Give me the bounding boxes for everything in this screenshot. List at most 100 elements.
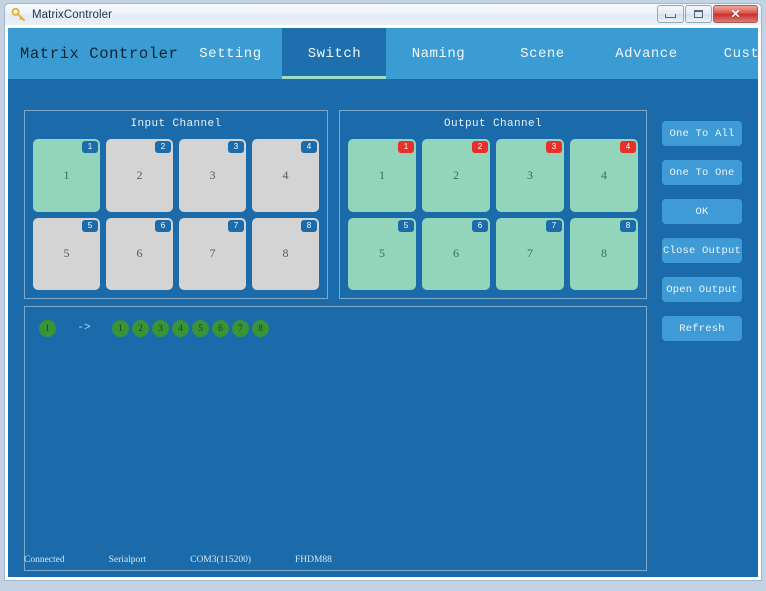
mapping-target-dot: 2 [132,319,149,337]
tab-setting[interactable]: Setting [178,28,282,79]
output-channel-8[interactable]: 88 [570,217,638,290]
tab-scene[interactable]: Scene [490,28,594,79]
mapping-target-dot: 7 [232,319,249,337]
output-channel-badge: 3 [546,141,562,153]
tab-naming[interactable]: Naming [386,28,490,79]
tab-advance[interactable]: Advance [594,28,698,79]
output-channel-label: 1 [379,167,385,182]
output-channel-7[interactable]: 77 [496,217,564,290]
input-channel-7[interactable]: 77 [179,217,246,290]
app-body: Matrix Controler Setting Switch Naming S… [8,28,758,577]
ok-button[interactable]: OK [662,199,742,224]
mapping-arrow-icon: -> [77,322,91,334]
output-channel-title: Output Channel [443,118,542,130]
input-channel-label: 2 [136,167,143,182]
minimize-button[interactable] [657,5,684,23]
output-channel-label: 6 [453,246,459,261]
input-channel-3[interactable]: 33 [179,139,246,212]
mapping-target-dot: 5 [192,319,209,337]
input-channel-1[interactable]: 11 [33,139,100,212]
window-titlebar[interactable]: MatrixControler ✕ [4,3,762,25]
tab-switch[interactable]: Switch [282,28,387,79]
mapping-target-dot: 1 [112,319,129,337]
status-port: COM3(115200) [190,555,251,565]
close-icon: ✕ [730,7,741,21]
tab-switch-label: Switch [307,45,362,62]
output-channel-badge: 1 [398,141,414,153]
input-channel-8[interactable]: 88 [252,217,319,290]
output-channel-6[interactable]: 66 [422,217,490,290]
output-channel-label: 4 [601,167,607,182]
one-to-all-button[interactable]: One To All [662,121,742,146]
main-nav: Setting Switch Naming Scene Advance Cust [178,28,758,79]
output-channel-badge: 4 [620,141,636,153]
output-channel-grid: 1122334455667788 [340,133,646,298]
mapping-target-dot: 8 [252,319,269,337]
tab-setting-label: Setting [199,45,262,62]
mapping-target-dot: 6 [212,319,229,337]
open-output-button[interactable]: Open Output [662,277,742,302]
input-channel-6[interactable]: 66 [106,217,173,290]
maximize-button[interactable] [685,5,712,23]
close-button[interactable]: ✕ [713,5,758,23]
input-channel-badge: 8 [301,219,317,232]
output-channel-label: 8 [601,246,607,261]
output-channel-1[interactable]: 11 [348,139,416,212]
output-channel-2[interactable]: 22 [422,139,490,212]
input-channel-label: 5 [63,246,70,261]
mapping-target-dot: 3 [152,319,169,337]
tab-custom[interactable]: Custom [698,28,758,79]
mapping-target-dot: 4 [172,319,189,337]
mapping-row-list: 1 -> 1 2 3 4 5 6 7 8 [25,307,646,349]
input-channel-4[interactable]: 44 [252,139,319,212]
key-icon [11,7,27,23]
input-channel-panel: Input Channel 1122334455667788 [24,110,328,299]
output-channel-4[interactable]: 44 [570,139,638,212]
output-channel-label: 7 [527,246,533,261]
refresh-button[interactable]: Refresh [662,316,742,341]
input-channel-label: 3 [209,167,216,182]
mapping-target-list: 12345678 [112,319,269,337]
input-channel-2[interactable]: 22 [106,139,173,212]
output-channel-badge: 8 [620,219,636,232]
output-channel-3[interactable]: 33 [496,139,564,212]
action-button-column: One To All One To One OK Close Output Op… [662,121,742,341]
one-to-one-button[interactable]: One To One [662,160,742,185]
app-header: Matrix Controler Setting Switch Naming S… [8,28,758,79]
input-channel-badge: 4 [301,141,317,153]
page-title: Matrix Controler [20,44,179,63]
input-channel-grid: 1122334455667788 [25,133,327,298]
output-channel-badge: 6 [472,219,488,232]
output-channel-badge: 7 [546,219,562,232]
output-channel-5[interactable]: 55 [348,217,416,290]
mapping-row: 1 -> 1 2 3 4 5 6 7 8 [39,317,632,339]
tab-custom-label: Custom [723,45,758,62]
input-channel-badge: 2 [155,141,171,153]
input-channel-badge: 1 [82,141,98,153]
tab-scene-label: Scene [520,45,565,62]
close-output-button[interactable]: Close Output [662,238,742,263]
input-channel-badge: 6 [155,219,171,232]
output-channel-badge: 5 [398,219,414,232]
output-channel-panel: Output Channel 1122334455667788 [339,110,647,299]
input-channel-badge: 5 [82,219,98,232]
status-interface: Serialport [108,555,147,565]
maximize-icon [694,10,703,18]
input-channel-title: Input Channel [130,118,222,130]
status-connection: Connected [24,555,65,565]
mapping-panel: 1 -> 1 2 3 4 5 6 7 8 [24,306,647,571]
minimize-icon [665,14,676,18]
input-channel-badge: 3 [228,141,244,153]
input-channel-5[interactable]: 55 [33,217,100,290]
output-channel-label: 5 [379,246,385,261]
output-channel-badge: 2 [472,141,488,153]
input-channel-label: 7 [209,246,216,261]
status-bar: Connected Serialport COM3(115200) FHDM88 [8,543,758,577]
input-channel-label: 6 [136,246,143,261]
mapping-source-dot: 1 [39,319,56,337]
status-device-model: FHDM88 [294,555,332,565]
input-channel-label: 8 [282,246,289,261]
window-client-area: Matrix Controler Setting Switch Naming S… [4,25,762,581]
application-window: MatrixControler ✕ Matrix Controler Setti… [0,0,766,591]
tab-naming-label: Naming [411,45,466,62]
